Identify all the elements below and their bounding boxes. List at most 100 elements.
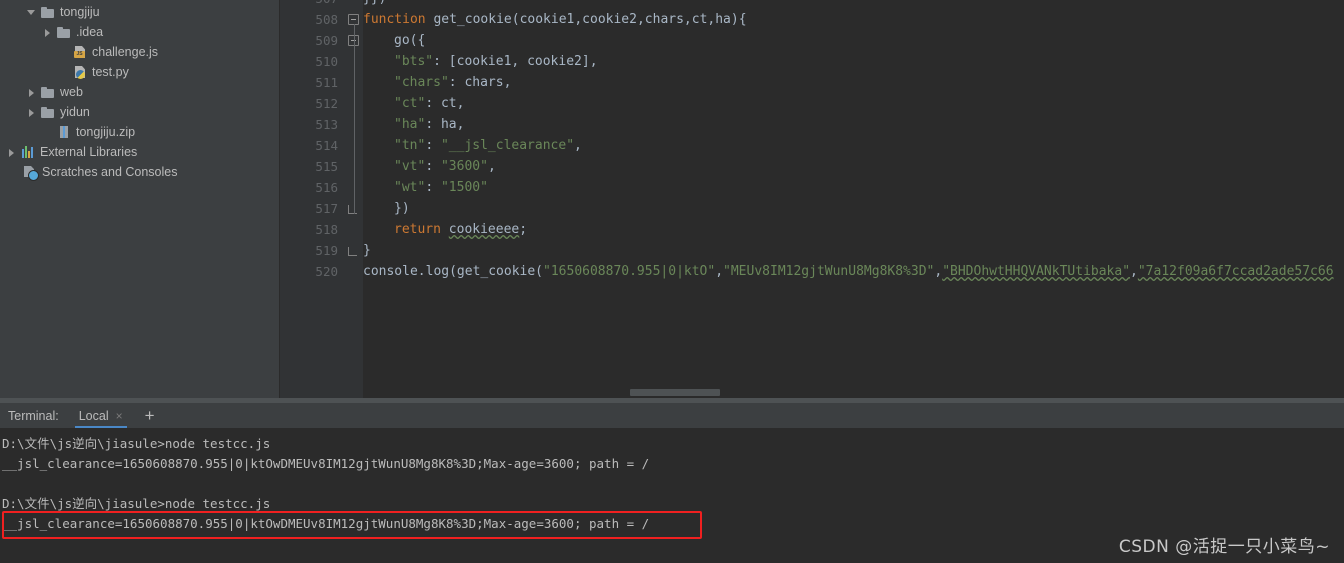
code-line-508: function get_cookie(cookie1,cookie2,char…	[363, 12, 747, 27]
fold-end-icon[interactable]	[348, 205, 357, 214]
code-token-call: go	[394, 33, 410, 48]
chevron-right-icon[interactable]	[26, 86, 38, 98]
tree-item-tongjiju-zip[interactable]: tongjiju.zip	[0, 122, 280, 142]
ide-window: tongjiju .idea challenge.js test.py web …	[0, 0, 1344, 563]
editor-horizontal-scrollbar-thumb[interactable]	[630, 389, 720, 396]
chevron-right-icon[interactable]	[42, 26, 54, 38]
code-line-510: "bts": [cookie1, cookie2],	[394, 54, 598, 69]
code-token-string: "7a12f09a6f7ccad2ade57c66	[1137, 264, 1334, 279]
fold-end-icon[interactable]	[348, 247, 357, 256]
terminal-line: D:\文件\js逆向\jiasule>node testcc.js	[2, 496, 271, 511]
code-token-value: chars	[464, 75, 504, 90]
line-number: 513	[315, 117, 338, 132]
tree-item-idea[interactable]: .idea	[0, 22, 280, 42]
scratches-icon	[22, 164, 39, 181]
code-line-511: "chars": chars,	[394, 75, 512, 90]
code-token-params: cookie1,cookie2,chars,ct,ha	[519, 12, 731, 27]
code-line-518: return cookieeee;	[394, 222, 528, 237]
code-line-519: }	[363, 243, 371, 258]
code-token-call: console.log(get_cookie(	[363, 264, 544, 279]
tree-item-label: test.py	[92, 65, 129, 79]
code-line-509: go({	[394, 33, 426, 48]
terminal-label: Terminal:	[8, 408, 59, 423]
js-file-icon	[72, 44, 88, 60]
project-tree-panel[interactable]: tongjiju .idea challenge.js test.py web …	[0, 0, 280, 398]
tree-item-label: tongjiju	[60, 5, 100, 19]
tree-item-test-py[interactable]: test.py	[0, 62, 280, 82]
fold-guide-line	[353, 24, 355, 214]
folder-icon	[40, 84, 56, 100]
code-line-517: })	[394, 201, 410, 216]
tab-local-label: Local	[78, 408, 109, 423]
code-text-area[interactable]: }}) function get_cookie(cookie1,cookie2,…	[363, 0, 1344, 398]
code-token-fn-name: get_cookie	[433, 12, 512, 27]
code-token-keyword: function	[363, 12, 426, 27]
python-file-icon	[72, 64, 88, 80]
tree-item-yidun[interactable]: yidun	[0, 102, 280, 122]
chevron-down-icon[interactable]	[26, 6, 38, 18]
code-line-512: "ct": ct,	[394, 96, 465, 111]
editor-horizontal-scrollbar-track[interactable]	[363, 388, 1344, 397]
code-token-value: "__jsl_clearance"	[440, 138, 575, 153]
code-line-520: console.log(get_cookie("1650608870.955|0…	[363, 264, 1334, 279]
code-token-value: ct	[440, 96, 457, 111]
chevron-right-icon[interactable]	[6, 146, 18, 158]
line-number: 520	[315, 264, 338, 279]
code-token-key: "vt"	[394, 159, 426, 174]
tree-item-label: External Libraries	[40, 145, 138, 159]
line-number: 511	[315, 75, 338, 90]
code-token: }})	[363, 0, 386, 6]
libraries-icon	[20, 144, 36, 160]
tree-item-label: challenge.js	[92, 45, 159, 59]
tree-item-web[interactable]: web	[0, 82, 280, 102]
line-number: 519	[315, 243, 338, 258]
terminal-line: D:\文件\js逆向\jiasule>node testcc.js	[2, 436, 271, 451]
tree-item-tongjiju[interactable]: tongjiju	[0, 2, 280, 22]
line-number-gutter: 507 508 509 510 511 512 513 514 515 516 …	[280, 0, 346, 398]
tree-item-label: web	[60, 85, 83, 99]
line-number: 518	[315, 222, 338, 237]
code-token-string: "BHDOhwtHHQVANkTUtibaka"	[942, 264, 1131, 279]
line-number: 509	[315, 33, 338, 48]
watermark: CSDN @活捉一只小菜鸟~	[1118, 537, 1330, 557]
code-token-string: "MEUv8IM12gjtWunU8Mg8K8%3D"	[723, 264, 935, 279]
tree-item-label: Scratches and Consoles	[42, 165, 178, 179]
code-token-key: "wt"	[394, 180, 426, 195]
code-line-515: "vt": "3600",	[394, 159, 496, 174]
tab-local[interactable]: Local ×	[74, 403, 127, 428]
code-editor[interactable]: 507 508 509 510 511 512 513 514 515 516 …	[280, 0, 1344, 398]
close-icon[interactable]: ×	[116, 410, 123, 422]
code-token-value: ha	[440, 117, 457, 132]
code-line-513: "ha": ha,	[394, 117, 465, 132]
code-line-507: }})	[363, 0, 386, 9]
add-tab-icon[interactable]: +	[145, 407, 155, 424]
line-number: 510	[315, 54, 338, 69]
tree-item-scratches-and-consoles[interactable]: Scratches and Consoles	[0, 162, 280, 182]
code-token-key: "ha"	[394, 117, 426, 132]
tree-item-external-libraries[interactable]: External Libraries	[0, 142, 280, 162]
tree-item-challenge-js[interactable]: challenge.js	[0, 42, 280, 62]
chevron-right-icon[interactable]	[26, 106, 38, 118]
code-token-key: "tn"	[394, 138, 426, 153]
line-number: 508	[315, 12, 338, 27]
code-token-identifier: cookieeee	[448, 222, 520, 237]
code-token-keyword: return	[394, 222, 441, 237]
folder-icon	[40, 104, 56, 120]
code-folding-strip[interactable]	[346, 0, 363, 398]
code-token-value: "3600"	[440, 159, 488, 174]
terminal-toolbar: Terminal: Local × +	[0, 403, 1344, 428]
line-number: 514	[315, 138, 338, 153]
line-number: 517	[315, 201, 338, 216]
code-line-514: "tn": "__jsl_clearance",	[394, 138, 582, 153]
code-token-key: "ct"	[394, 96, 426, 111]
terminal-line-highlighted: __jsl_clearance=1650608870.955|0|ktOwDME…	[2, 516, 650, 531]
code-token-key: "chars"	[394, 75, 449, 90]
zip-file-icon	[56, 124, 72, 140]
line-number: 516	[315, 180, 338, 195]
line-number: 512	[315, 96, 338, 111]
tree-item-label: tongjiju.zip	[76, 125, 136, 139]
code-token-value: [cookie1, cookie2]	[448, 54, 590, 69]
